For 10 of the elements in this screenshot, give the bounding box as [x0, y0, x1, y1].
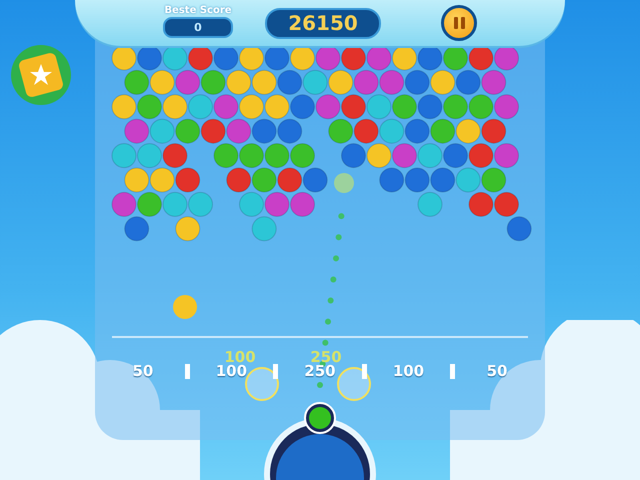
pause-button[interactable] [441, 5, 477, 41]
bubble-icon [172, 294, 198, 320]
ring-bubble-icon [336, 366, 372, 402]
score-zone-label: 50 [486, 362, 508, 380]
star-badge-icon [10, 44, 72, 106]
score-value: 26150 [265, 8, 381, 38]
score-zone-label: 50 [131, 362, 154, 380]
best-score-label: Beste Score [164, 4, 232, 16]
score-zone-label: 100 [392, 362, 426, 380]
best-score-value: 0 [163, 16, 233, 38]
